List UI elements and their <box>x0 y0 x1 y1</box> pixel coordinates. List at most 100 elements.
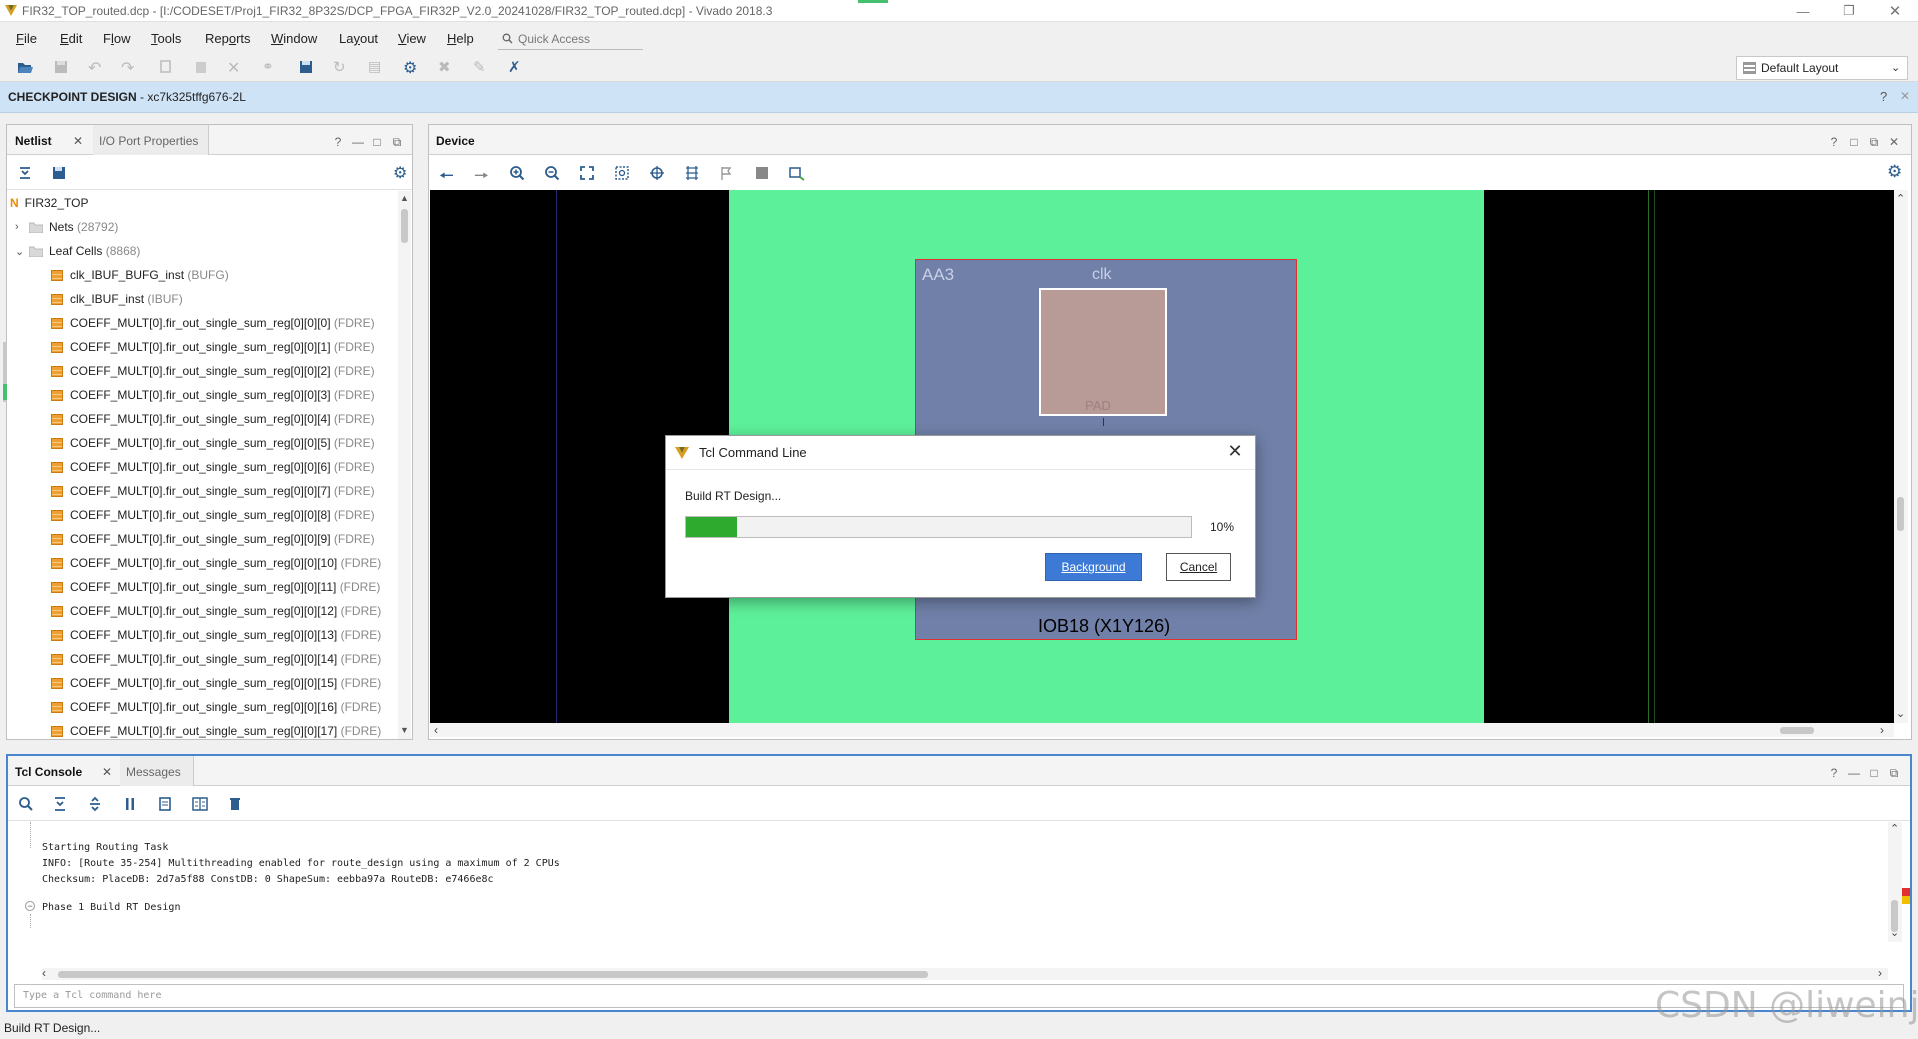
tab-messages[interactable]: Messages <box>120 756 194 786</box>
help-icon[interactable]: ? <box>1880 89 1887 104</box>
console-hscrollbar[interactable]: ‹ › <box>42 966 1888 980</box>
cancel-button[interactable]: Cancel <box>1166 553 1231 581</box>
highlight-cells-icon[interactable] <box>754 165 770 181</box>
expand-all-icon[interactable] <box>87 796 103 812</box>
close-icon[interactable]: ✕ <box>1900 89 1910 103</box>
settings-gear-icon[interactable]: ⚙ <box>403 58 423 78</box>
edit-icon[interactable]: ✎ <box>473 58 493 78</box>
trash-icon[interactable] <box>227 796 243 812</box>
quick-access-input[interactable]: Quick Access <box>498 28 643 50</box>
zoom-area-icon[interactable] <box>614 165 630 181</box>
routing-resources-icon[interactable] <box>684 165 700 181</box>
list-item[interactable]: COEFF_MULT[0].fir_out_single_sum_reg[0][… <box>51 503 397 527</box>
pause-icon[interactable] <box>122 796 138 812</box>
tree-item-nets[interactable]: › Nets (28792) <box>15 215 415 239</box>
console-vscrollbar[interactable]: ⌃ ⌄ <box>1888 822 1902 942</box>
customize-commands-icon[interactable]: ✗ <box>508 58 528 78</box>
restore-icon[interactable]: ❐ <box>1826 0 1872 22</box>
collapse-all-icon[interactable] <box>17 165 33 181</box>
list-item[interactable]: COEFF_MULT[0].fir_out_single_sum_reg[0][… <box>51 527 397 551</box>
scrollbar-thumb[interactable] <box>1780 727 1814 734</box>
delete-icon[interactable]: ✕ <box>227 58 247 78</box>
netlist-scrollbar[interactable]: ▲ ▼ <box>398 191 411 739</box>
search-icon[interactable] <box>18 796 34 812</box>
menu-layout[interactable]: Layout <box>339 31 378 46</box>
pad-block[interactable]: PAD <box>1039 288 1167 416</box>
layout-select[interactable]: Default Layout ⌄ <box>1736 56 1908 80</box>
forward-arrow-icon[interactable]: 🠖 <box>474 163 489 192</box>
settings-gear-icon[interactable]: ⚙ <box>1887 162 1902 182</box>
close-icon[interactable]: ✕ <box>1886 134 1902 150</box>
scroll-right-icon[interactable]: › <box>1878 966 1882 980</box>
zoom-out-icon[interactable] <box>544 165 560 181</box>
undo-icon[interactable]: ↶ <box>88 58 108 78</box>
scroll-left-icon[interactable]: ‹ <box>434 723 438 737</box>
zoom-fit-icon[interactable] <box>579 165 595 181</box>
save-icon[interactable] <box>52 58 72 78</box>
scroll-right-icon[interactable]: › <box>1880 723 1884 737</box>
float-icon[interactable]: ⧉ <box>1886 765 1902 781</box>
list-item[interactable]: COEFF_MULT[0].fir_out_single_sum_reg[0][… <box>51 599 397 623</box>
menu-help[interactable]: Help <box>447 31 474 46</box>
settings-gear-icon[interactable]: ⚙ <box>393 163 407 183</box>
list-item[interactable]: COEFF_MULT[0].fir_out_single_sum_reg[0][… <box>51 479 397 503</box>
copy-icon[interactable] <box>157 796 173 812</box>
error-marker[interactable] <box>1902 888 1910 896</box>
close-icon[interactable]: ✕ <box>1872 0 1918 22</box>
list-item[interactable]: COEFF_MULT[0].fir_out_single_sum_reg[0][… <box>51 335 397 359</box>
tab-close-icon[interactable]: ✕ <box>102 765 112 779</box>
list-item[interactable]: COEFF_MULT[0].fir_out_single_sum_reg[0][… <box>51 575 397 599</box>
scrollbar-thumb[interactable] <box>1897 497 1904 531</box>
list-item[interactable]: COEFF_MULT[0].fir_out_single_sum_reg[0][… <box>51 695 397 719</box>
help-icon[interactable]: ? <box>1826 134 1842 150</box>
close-icon[interactable]: ✕ <box>1221 439 1249 463</box>
list-item[interactable]: COEFF_MULT[0].fir_out_single_sum_reg[0][… <box>51 671 397 695</box>
list-item[interactable]: COEFF_MULT[0].fir_out_single_sum_reg[0][… <box>51 647 397 671</box>
maximize-icon[interactable]: □ <box>1866 765 1882 781</box>
tcl-command-input[interactable]: Type a Tcl command here <box>14 984 1904 1008</box>
scrollbar-thumb[interactable] <box>401 209 408 243</box>
tab-io-port-properties[interactable]: I/O Port Properties <box>93 125 210 155</box>
float-icon[interactable]: ⧉ <box>389 134 405 150</box>
open-project-icon[interactable] <box>16 58 36 78</box>
list-item[interactable]: COEFF_MULT[0].fir_out_single_sum_reg[0][… <box>51 311 397 335</box>
back-arrow-icon[interactable]: 🠔 <box>439 163 454 192</box>
zoom-in-icon[interactable] <box>509 165 525 181</box>
scrollbar-thumb[interactable] <box>58 971 928 978</box>
tab-tcl-console[interactable]: Tcl Console <box>15 765 82 779</box>
menu-window[interactable]: Window <box>271 31 317 46</box>
menu-file[interactable]: File <box>16 31 37 46</box>
tab-close-icon[interactable]: ✕ <box>73 134 83 148</box>
background-button[interactable]: Background <box>1045 553 1142 581</box>
collapse-group-icon[interactable]: − <box>25 901 35 911</box>
clipboard-icon[interactable]: ▤ <box>368 58 388 78</box>
copy-icon[interactable] <box>156 58 176 78</box>
minimize-icon[interactable]: — <box>350 134 366 150</box>
menu-tools[interactable]: Tools <box>151 31 181 46</box>
collapse-all-icon[interactable] <box>52 796 68 812</box>
list-item[interactable]: clk_IBUF_BUFG_inst (BUFG) <box>51 263 397 287</box>
menu-edit[interactable]: Edit <box>60 31 82 46</box>
scroll-up-icon[interactable]: ⌃ <box>1896 192 1905 205</box>
tree-root[interactable]: N FIR32_TOP <box>10 191 410 215</box>
tab-netlist[interactable]: Netlist <box>15 134 52 148</box>
save-constraints-icon[interactable] <box>297 58 317 78</box>
list-item[interactable]: COEFF_MULT[0].fir_out_single_sum_reg[0][… <box>51 383 397 407</box>
menu-view[interactable]: View <box>398 31 426 46</box>
scroll-up-icon[interactable]: ▲ <box>400 193 409 203</box>
list-item[interactable]: COEFF_MULT[0].fir_out_single_sum_reg[0][… <box>51 359 397 383</box>
tree-item-leaf-cells[interactable]: ⌄ Leaf Cells (8868) <box>15 239 415 263</box>
scroll-left-icon[interactable]: ‹ <box>42 966 46 980</box>
refresh-icon[interactable]: ↻ <box>333 58 353 78</box>
flag-icon[interactable] <box>719 165 735 181</box>
menu-flow[interactable]: Flow <box>103 31 130 46</box>
maximize-icon[interactable]: □ <box>369 134 385 150</box>
scroll-down-icon[interactable]: ⌄ <box>1890 926 1899 939</box>
minimize-icon[interactable]: — <box>1846 765 1862 781</box>
list-item[interactable]: COEFF_MULT[0].fir_out_single_sum_reg[0][… <box>51 431 397 455</box>
menu-reports[interactable]: Reports <box>205 31 251 46</box>
autofit-selection-icon[interactable] <box>649 165 665 181</box>
list-item[interactable]: clk_IBUF_inst (IBUF) <box>51 287 397 311</box>
float-icon[interactable]: ⧉ <box>1866 134 1882 150</box>
scroll-down-icon[interactable]: ⌄ <box>1896 707 1905 720</box>
